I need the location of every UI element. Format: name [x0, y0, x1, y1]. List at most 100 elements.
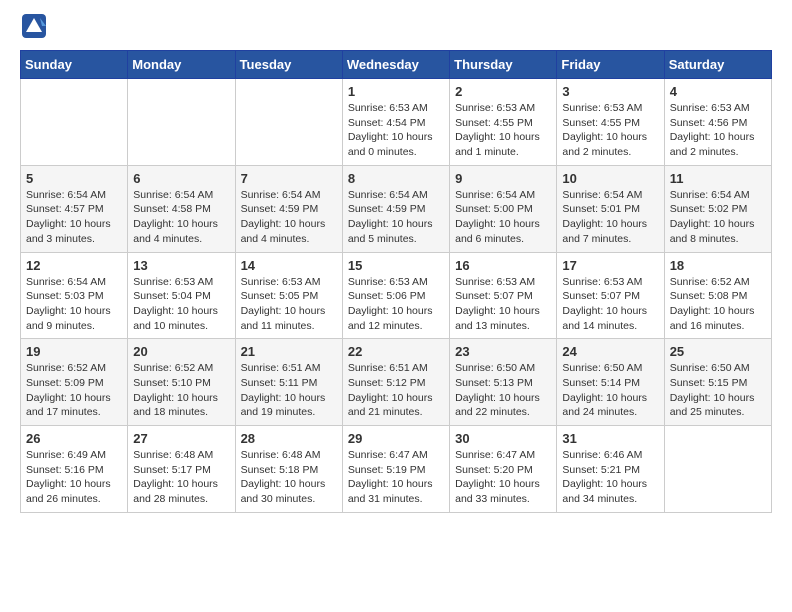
- day-number: 30: [455, 431, 551, 446]
- day-cell: 16 Sunrise: 6:53 AM Sunset: 5:07 PM Dayli…: [450, 252, 557, 339]
- day-info: Sunrise: 6:54 AM Sunset: 4:59 PM Dayligh…: [241, 188, 337, 247]
- day-cell: 11 Sunrise: 6:54 AM Sunset: 5:02 PM Dayli…: [664, 165, 771, 252]
- week-row-3: 12 Sunrise: 6:54 AM Sunset: 5:03 PM Dayli…: [21, 252, 772, 339]
- day-number: 17: [562, 258, 658, 273]
- day-info: Sunrise: 6:53 AM Sunset: 4:55 PM Dayligh…: [562, 101, 658, 160]
- day-cell: 27 Sunrise: 6:48 AM Sunset: 5:17 PM Dayli…: [128, 426, 235, 513]
- day-number: 12: [26, 258, 122, 273]
- day-cell: 7 Sunrise: 6:54 AM Sunset: 4:59 PM Daylig…: [235, 165, 342, 252]
- day-cell: 29 Sunrise: 6:47 AM Sunset: 5:19 PM Dayli…: [342, 426, 449, 513]
- day-info: Sunrise: 6:54 AM Sunset: 4:58 PM Dayligh…: [133, 188, 229, 247]
- week-row-5: 26 Sunrise: 6:49 AM Sunset: 5:16 PM Dayli…: [21, 426, 772, 513]
- day-cell: 15Sunrise: 6:53 AM Sunset: 5:06 PM Dayli…: [342, 252, 449, 339]
- day-cell: 26 Sunrise: 6:49 AM Sunset: 5:16 PM Dayli…: [21, 426, 128, 513]
- day-info: Sunrise: 6:48 AM Sunset: 5:17 PM Dayligh…: [133, 448, 229, 507]
- day-info: Sunrise: 6:54 AM Sunset: 4:59 PM Dayligh…: [348, 188, 444, 247]
- weekday-friday: Friday: [557, 51, 664, 79]
- day-number: 9: [455, 171, 551, 186]
- day-info: Sunrise: 6:54 AM Sunset: 5:00 PM Dayligh…: [455, 188, 551, 247]
- day-info: Sunrise: 6:53 AM Sunset: 4:56 PM Dayligh…: [670, 101, 766, 160]
- logo: [20, 16, 50, 40]
- day-number: 28: [241, 431, 337, 446]
- day-info: Sunrise: 6:54 AM Sunset: 5:01 PM Dayligh…: [562, 188, 658, 247]
- week-row-1: 1 Sunrise: 6:53 AM Sunset: 4:54 PM Daylig…: [21, 79, 772, 166]
- day-info: Sunrise: 6:48 AM Sunset: 5:18 PM Dayligh…: [241, 448, 337, 507]
- day-info: Sunrise: 6:51 AM Sunset: 5:11 PM Dayligh…: [241, 361, 337, 420]
- day-cell: 9 Sunrise: 6:54 AM Sunset: 5:00 PM Daylig…: [450, 165, 557, 252]
- day-info: Sunrise: 6:54 AM Sunset: 5:02 PM Dayligh…: [670, 188, 766, 247]
- day-number: 23: [455, 344, 551, 359]
- day-number: 1: [348, 84, 444, 99]
- day-number: 6: [133, 171, 229, 186]
- header: [20, 16, 772, 40]
- day-cell: 23Sunrise: 6:50 AM Sunset: 5:13 PM Dayli…: [450, 339, 557, 426]
- weekday-header-row: SundayMondayTuesdayWednesdayThursdayFrid…: [21, 51, 772, 79]
- day-number: 14: [241, 258, 337, 273]
- day-number: 13: [133, 258, 229, 273]
- day-cell: 25 Sunrise: 6:50 AM Sunset: 5:15 PM Dayli…: [664, 339, 771, 426]
- day-number: 31: [562, 431, 658, 446]
- day-number: 26: [26, 431, 122, 446]
- day-number: 20: [133, 344, 229, 359]
- day-info: Sunrise: 6:47 AM Sunset: 5:19 PM Dayligh…: [348, 448, 444, 507]
- day-info: Sunrise: 6:52 AM Sunset: 5:08 PM Dayligh…: [670, 275, 766, 334]
- day-info: Sunrise: 6:50 AM Sunset: 5:14 PM Dayligh…: [562, 361, 658, 420]
- day-info: Sunrise: 6:53 AM Sunset: 5:07 PM Dayligh…: [455, 275, 551, 334]
- day-cell: 17 Sunrise: 6:53 AM Sunset: 5:07 PM Dayli…: [557, 252, 664, 339]
- day-cell: 22 Sunrise: 6:51 AM Sunset: 5:12 PM Dayli…: [342, 339, 449, 426]
- day-number: 3: [562, 84, 658, 99]
- day-cell: 21Sunrise: 6:51 AM Sunset: 5:11 PM Dayli…: [235, 339, 342, 426]
- weekday-saturday: Saturday: [664, 51, 771, 79]
- day-info: Sunrise: 6:53 AM Sunset: 5:05 PM Dayligh…: [241, 275, 337, 334]
- day-cell: 28 Sunrise: 6:48 AM Sunset: 5:18 PM Dayli…: [235, 426, 342, 513]
- day-cell: 10 Sunrise: 6:54 AM Sunset: 5:01 PM Dayli…: [557, 165, 664, 252]
- day-number: 7: [241, 171, 337, 186]
- day-cell: 1 Sunrise: 6:53 AM Sunset: 4:54 PM Daylig…: [342, 79, 449, 166]
- day-number: 25: [670, 344, 766, 359]
- day-number: 11: [670, 171, 766, 186]
- day-cell: [664, 426, 771, 513]
- weekday-tuesday: Tuesday: [235, 51, 342, 79]
- day-cell: 8 Sunrise: 6:54 AM Sunset: 4:59 PM Daylig…: [342, 165, 449, 252]
- day-number: 18: [670, 258, 766, 273]
- day-info: Sunrise: 6:46 AM Sunset: 5:21 PM Dayligh…: [562, 448, 658, 507]
- day-number: 16: [455, 258, 551, 273]
- day-info: Sunrise: 6:52 AM Sunset: 5:10 PM Dayligh…: [133, 361, 229, 420]
- calendar-page: SundayMondayTuesdayWednesdayThursdayFrid…: [0, 0, 792, 529]
- day-cell: [235, 79, 342, 166]
- day-info: Sunrise: 6:47 AM Sunset: 5:20 PM Dayligh…: [455, 448, 551, 507]
- day-cell: [128, 79, 235, 166]
- logo-icon: [20, 12, 48, 40]
- week-row-2: 5Sunrise: 6:54 AM Sunset: 4:57 PM Daylig…: [21, 165, 772, 252]
- day-info: Sunrise: 6:50 AM Sunset: 5:15 PM Dayligh…: [670, 361, 766, 420]
- weekday-thursday: Thursday: [450, 51, 557, 79]
- day-number: 10: [562, 171, 658, 186]
- day-cell: 20 Sunrise: 6:52 AM Sunset: 5:10 PM Dayli…: [128, 339, 235, 426]
- calendar-table: SundayMondayTuesdayWednesdayThursdayFrid…: [20, 50, 772, 513]
- weekday-sunday: Sunday: [21, 51, 128, 79]
- day-cell: 24 Sunrise: 6:50 AM Sunset: 5:14 PM Dayli…: [557, 339, 664, 426]
- day-cell: 12 Sunrise: 6:54 AM Sunset: 5:03 PM Dayli…: [21, 252, 128, 339]
- day-info: Sunrise: 6:53 AM Sunset: 5:07 PM Dayligh…: [562, 275, 658, 334]
- day-info: Sunrise: 6:53 AM Sunset: 4:55 PM Dayligh…: [455, 101, 551, 160]
- day-number: 2: [455, 84, 551, 99]
- day-number: 27: [133, 431, 229, 446]
- day-number: 4: [670, 84, 766, 99]
- weekday-monday: Monday: [128, 51, 235, 79]
- weekday-wednesday: Wednesday: [342, 51, 449, 79]
- day-number: 8: [348, 171, 444, 186]
- day-info: Sunrise: 6:53 AM Sunset: 4:54 PM Dayligh…: [348, 101, 444, 160]
- day-number: 24: [562, 344, 658, 359]
- day-info: Sunrise: 6:54 AM Sunset: 5:03 PM Dayligh…: [26, 275, 122, 334]
- day-cell: 5Sunrise: 6:54 AM Sunset: 4:57 PM Daylig…: [21, 165, 128, 252]
- day-number: 5: [26, 171, 122, 186]
- day-info: Sunrise: 6:52 AM Sunset: 5:09 PM Dayligh…: [26, 361, 122, 420]
- day-number: 22: [348, 344, 444, 359]
- day-number: 19: [26, 344, 122, 359]
- day-info: Sunrise: 6:49 AM Sunset: 5:16 PM Dayligh…: [26, 448, 122, 507]
- day-number: 29: [348, 431, 444, 446]
- day-cell: 14 Sunrise: 6:53 AM Sunset: 5:05 PM Dayli…: [235, 252, 342, 339]
- day-cell: 19 Sunrise: 6:52 AM Sunset: 5:09 PM Dayli…: [21, 339, 128, 426]
- day-info: Sunrise: 6:51 AM Sunset: 5:12 PM Dayligh…: [348, 361, 444, 420]
- day-cell: 30 Sunrise: 6:47 AM Sunset: 5:20 PM Dayli…: [450, 426, 557, 513]
